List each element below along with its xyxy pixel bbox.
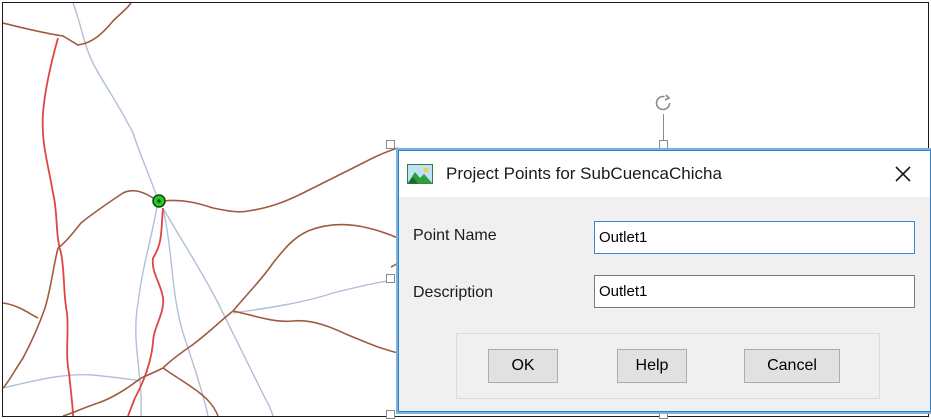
cancel-button[interactable]: Cancel xyxy=(744,349,840,383)
point-name-label: Point Name xyxy=(413,227,497,244)
selection-handle-left-mid[interactable] xyxy=(386,274,395,283)
subbasin-line xyxy=(3,302,39,319)
close-button[interactable] xyxy=(886,159,920,189)
description-label: Description xyxy=(413,284,494,301)
point-name-input[interactable] xyxy=(594,221,915,254)
subbasin-line xyxy=(162,367,219,416)
stream-line xyxy=(232,280,389,314)
selection-handle-bottom-left[interactable] xyxy=(386,410,395,419)
boundary-line xyxy=(127,207,165,416)
project-points-dialog: Project Points for SubCuencaChicha Point… xyxy=(398,150,931,412)
dialog-titlebar[interactable]: Project Points for SubCuencaChicha xyxy=(399,151,930,197)
rotate-handle-stem xyxy=(663,114,664,140)
subbasin-line xyxy=(390,262,399,268)
stream-network xyxy=(3,3,389,416)
map-workspace: Project Points for SubCuencaChicha Point… xyxy=(0,0,931,419)
stream-line xyxy=(72,3,159,202)
subbasin-line xyxy=(3,3,132,46)
stream-line xyxy=(3,373,142,389)
subbasin-line xyxy=(3,247,59,389)
rotate-icon[interactable] xyxy=(653,93,673,113)
subbasin-line xyxy=(57,189,159,249)
outlet-marker-icon[interactable] xyxy=(152,194,166,208)
description-input[interactable] xyxy=(594,275,915,308)
subbasin-line xyxy=(232,310,399,354)
close-icon xyxy=(895,166,911,182)
ok-button[interactable]: OK xyxy=(488,349,558,383)
landscape-icon xyxy=(407,164,433,184)
stream-line xyxy=(162,207,209,416)
selection-handle-top-left[interactable] xyxy=(386,140,395,149)
stream-line xyxy=(135,200,159,416)
subbasin-line xyxy=(162,147,399,213)
watershed-boundary xyxy=(41,37,165,416)
button-panel: OK Help Cancel xyxy=(456,333,880,399)
selection-handle-top-center[interactable] xyxy=(659,140,668,149)
subbasin-network xyxy=(3,3,399,416)
help-button[interactable]: Help xyxy=(617,349,687,383)
boundary-line xyxy=(41,37,74,416)
dialog-title: Project Points for SubCuencaChicha xyxy=(446,164,722,183)
stream-line xyxy=(162,207,274,416)
